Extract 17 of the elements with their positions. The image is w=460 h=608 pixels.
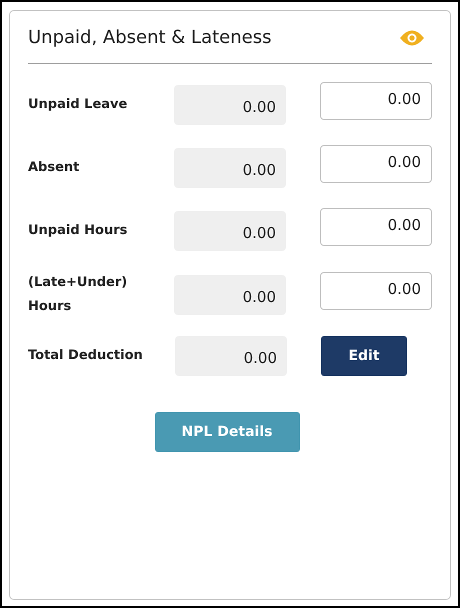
readonly-field: 0.00 (174, 211, 286, 251)
panel-title: Unpaid, Absent & Lateness (28, 27, 272, 48)
field-label: Unpaid Leave (28, 96, 128, 114)
edit-button[interactable]: Edit (321, 336, 407, 376)
readonly-field: 0.00 (174, 85, 286, 125)
input-field[interactable]: 0.00 (320, 208, 432, 246)
input-field[interactable]: 0.00 (320, 82, 432, 120)
readonly-field: 0.00 (174, 148, 286, 188)
field-label: (Late+Under) Hours (28, 274, 128, 316)
field-label: Total Deduction (28, 347, 144, 365)
readonly-field: 0.00 (174, 275, 286, 315)
readonly-field: 0.00 (175, 336, 287, 376)
input-field[interactable]: 0.00 (320, 145, 432, 183)
field-label: Unpaid Hours (28, 222, 128, 240)
eye-icon[interactable] (400, 28, 424, 46)
field-label: Absent (28, 159, 80, 177)
input-field[interactable]: 0.00 (320, 272, 432, 310)
